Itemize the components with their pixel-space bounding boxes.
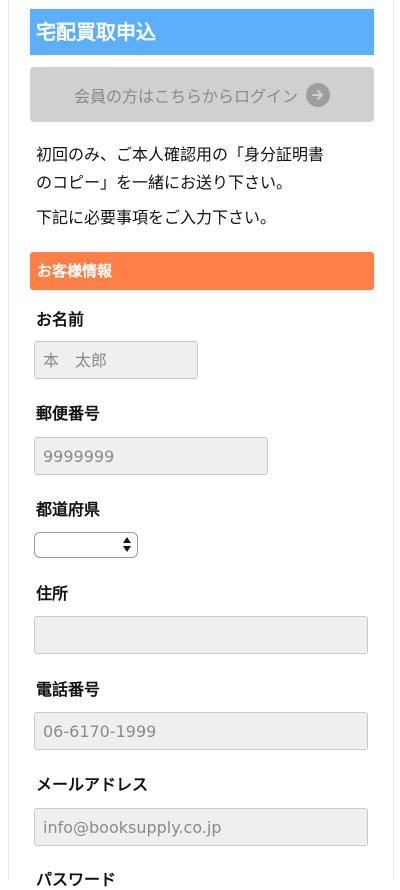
section-customer-info: お客様情報: [30, 252, 374, 290]
intro-line-2: のコピー」を一緒にお送り下さい。: [36, 173, 293, 192]
address-label: 住所: [36, 584, 69, 603]
chevron-updown-icon: [123, 537, 131, 553]
prefecture-label: 都道府県: [36, 500, 101, 519]
phone-label: 電話番号: [36, 680, 101, 699]
page-title: 宅配買取申込: [30, 9, 374, 55]
zip-input[interactable]: [34, 437, 268, 475]
email-label: メールアドレス: [36, 775, 149, 794]
name-input[interactable]: [34, 341, 198, 379]
member-login-label: 会員の方はこちらからログイン: [73, 86, 298, 106]
address-input[interactable]: [34, 616, 368, 654]
intro-instruction: 下記に必要事項をご入力下さい。: [36, 208, 277, 227]
intro-text: 初回のみ、ご本人確認用の「身分証明書 のコピー」を一緒にお送り下さい。: [36, 141, 376, 197]
password-label: パスワード: [36, 870, 117, 889]
intro-line-1: 初回のみ、ご本人確認用の「身分証明書: [36, 145, 325, 164]
email-input[interactable]: [34, 808, 368, 846]
phone-input[interactable]: [34, 712, 368, 750]
zip-label: 郵便番号: [36, 404, 101, 423]
member-login-button[interactable]: 会員の方はこちらからログイン: [30, 67, 374, 122]
arrow-right-circle-icon: [306, 82, 330, 107]
name-label: お名前: [36, 310, 85, 329]
prefecture-select[interactable]: [34, 532, 138, 558]
